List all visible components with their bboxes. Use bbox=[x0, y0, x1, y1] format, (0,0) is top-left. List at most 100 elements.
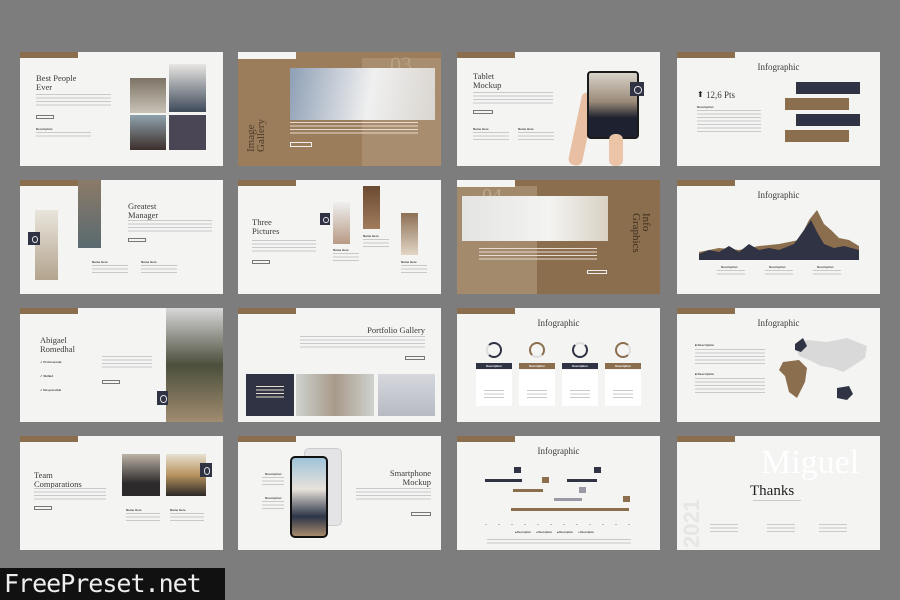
card-label: Description bbox=[605, 363, 641, 369]
learn-more-button[interactable] bbox=[473, 110, 493, 114]
slide-infographic-map[interactable]: Infographic ■ Description ■ Description bbox=[677, 308, 880, 422]
slide-nav bbox=[677, 436, 735, 442]
name-label: Name Here bbox=[473, 127, 489, 131]
card bbox=[476, 370, 512, 406]
slide-title: Thanks bbox=[750, 483, 795, 499]
slide-nav bbox=[20, 180, 78, 186]
slide-title: Infographic bbox=[757, 190, 800, 200]
learn-more-button[interactable] bbox=[252, 260, 270, 264]
description-label: Description bbox=[697, 105, 714, 109]
learn-more-button[interactable] bbox=[128, 238, 146, 242]
learn-more-button[interactable] bbox=[34, 506, 52, 510]
legend-item: ■ Description bbox=[515, 531, 531, 534]
body-text bbox=[363, 239, 389, 247]
slide-best-people[interactable]: Best People Ever Description bbox=[20, 52, 223, 166]
progress-ring bbox=[615, 342, 631, 358]
photo bbox=[130, 78, 166, 113]
legend-item: ■ Description bbox=[557, 531, 573, 534]
learn-more-button[interactable] bbox=[36, 115, 54, 119]
slide-title: Infographic bbox=[537, 318, 580, 328]
description-label: Description bbox=[36, 127, 53, 131]
slide-nav bbox=[457, 308, 515, 314]
slide-portfolio-gallery[interactable]: Portfolio Gallery bbox=[238, 308, 441, 422]
time-bar bbox=[796, 114, 860, 126]
camera-icon bbox=[630, 82, 644, 96]
trait-label: Responsible bbox=[43, 388, 62, 392]
card bbox=[605, 370, 641, 406]
body-text bbox=[813, 270, 841, 276]
description-label: Description bbox=[265, 472, 282, 476]
slide-image-gallery[interactable]: 03 Image Gallery bbox=[238, 52, 441, 166]
slide-nav bbox=[238, 52, 296, 59]
time-bar bbox=[796, 82, 860, 94]
slide-nav bbox=[457, 52, 515, 58]
slide-profile[interactable]: Abigael Romedhal ✓ Professional ✓ Skille… bbox=[20, 308, 223, 422]
slide-title: Portfolio Gallery bbox=[367, 325, 425, 335]
world-map bbox=[779, 338, 867, 400]
photo-laptop bbox=[290, 68, 435, 120]
trait-label: Skilled bbox=[43, 374, 54, 378]
body-text bbox=[102, 356, 152, 370]
slide-nav bbox=[677, 52, 735, 58]
slide-thanks[interactable]: Miguel 2021 Thanks bbox=[677, 436, 880, 550]
body-text bbox=[170, 513, 204, 521]
name-label: Name Here bbox=[141, 260, 157, 264]
slide-three-pictures[interactable]: Three Pictures Name Here Name Here Name … bbox=[238, 180, 441, 294]
learn-more-button[interactable] bbox=[587, 270, 607, 274]
timeline-tag bbox=[623, 496, 630, 502]
photo bbox=[296, 374, 374, 416]
body-text bbox=[252, 240, 316, 254]
description-label: ■ Description bbox=[695, 372, 715, 376]
timeline-bar bbox=[485, 479, 522, 482]
slide-team-comparations[interactable]: Team Comparations Name Here Name Here bbox=[20, 436, 223, 550]
contact-text bbox=[767, 524, 795, 532]
legend-item: ■ Description bbox=[536, 531, 552, 534]
slide-infographic-area[interactable]: Infographic Description Description Desc… bbox=[677, 180, 880, 294]
slide-info-graphics[interactable]: 04 Info Graphics bbox=[457, 180, 660, 294]
name-label: Name Here bbox=[126, 508, 142, 512]
name-label: Name Here bbox=[363, 234, 379, 238]
slide-nav bbox=[20, 308, 78, 314]
body-text bbox=[36, 94, 111, 108]
slide-title: Tablet Mockup bbox=[473, 71, 502, 90]
user-icon bbox=[28, 232, 40, 245]
body-text bbox=[262, 477, 284, 485]
photo bbox=[333, 202, 350, 244]
timeline-axis bbox=[485, 524, 631, 525]
background-word: Miguel bbox=[761, 444, 860, 481]
photo-desk bbox=[462, 196, 608, 241]
body-text bbox=[36, 132, 91, 138]
body-text bbox=[290, 122, 418, 136]
trait-item: ✓ Professional bbox=[40, 360, 62, 364]
slide-nav bbox=[677, 180, 735, 186]
slide-infographic-cards[interactable]: Infographic Description Description Desc… bbox=[457, 308, 660, 422]
photo bbox=[130, 115, 166, 150]
slide-smartphone-mockup[interactable]: Description Description Smartphone Mocku… bbox=[238, 436, 441, 550]
slide-nav bbox=[20, 436, 78, 442]
slide-nav bbox=[20, 52, 78, 58]
slide-greatest-manager[interactable]: Greatest Manager Name Here Name Here bbox=[20, 180, 223, 294]
learn-more-button[interactable] bbox=[405, 356, 425, 360]
body-text bbox=[262, 501, 284, 509]
slide-infographic-timeline[interactable]: Infographic ■ Description ■ Description … bbox=[457, 436, 660, 550]
photo bbox=[122, 454, 160, 496]
learn-more-button[interactable] bbox=[102, 380, 120, 384]
camera-icon bbox=[200, 463, 212, 477]
slide-title: Infographic bbox=[757, 318, 800, 328]
slide-infographic-stats[interactable]: Infographic ⬆ 12,6 Pts Description bbox=[677, 52, 880, 166]
slide-nav bbox=[677, 308, 735, 314]
learn-more-button[interactable] bbox=[411, 512, 431, 516]
body-text bbox=[695, 378, 765, 394]
trait-label: Professional bbox=[43, 360, 62, 364]
card-label: Description bbox=[476, 363, 512, 369]
name-label: Name Here bbox=[518, 127, 534, 131]
slide-nav bbox=[238, 180, 296, 186]
year-watermark: 2021 bbox=[679, 499, 704, 548]
trait-item: ✓ Responsible bbox=[40, 388, 62, 392]
slide-tablet-mockup[interactable]: Tablet Mockup Name Here Name Here bbox=[457, 52, 660, 166]
slide-nav bbox=[238, 436, 296, 442]
learn-more-button[interactable] bbox=[290, 142, 312, 147]
subtitle-text bbox=[753, 500, 801, 502]
photo bbox=[363, 186, 380, 229]
user-icon bbox=[157, 391, 168, 405]
